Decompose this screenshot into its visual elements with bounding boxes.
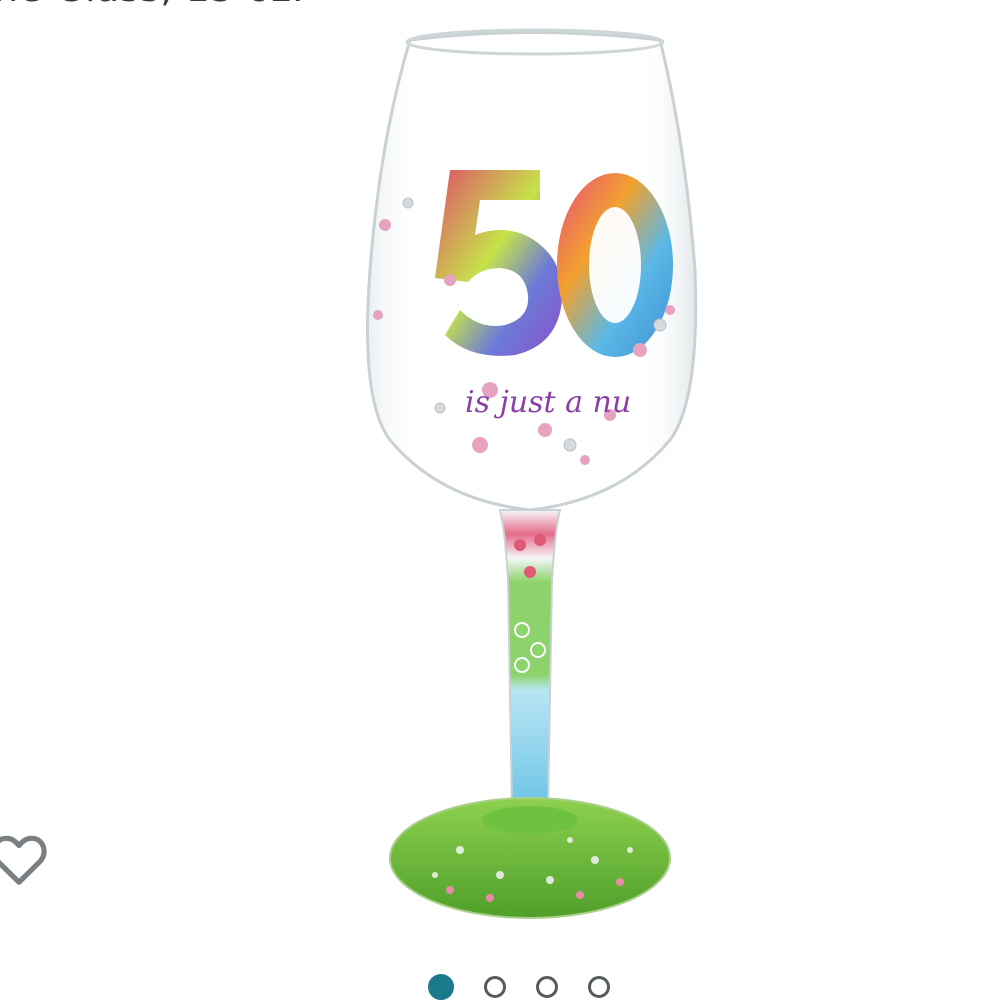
glass-stem <box>498 509 562 811</box>
heart-outline-icon[interactable] <box>0 828 50 890</box>
carousel-dot-4[interactable] <box>588 976 610 998</box>
carousel-dot-1[interactable] <box>428 974 454 1000</box>
carousel-indicators <box>428 970 610 1000</box>
product-image[interactable]: is just a nu <box>340 20 720 930</box>
product-page: ne Glass, 15 oz. <box>0 0 1000 1000</box>
product-title: ne Glass, 15 oz. <box>0 0 304 10</box>
carousel-dot-3[interactable] <box>536 976 558 998</box>
carousel-dot-2[interactable] <box>484 976 506 998</box>
glass-tagline: is just a nu <box>465 385 631 420</box>
